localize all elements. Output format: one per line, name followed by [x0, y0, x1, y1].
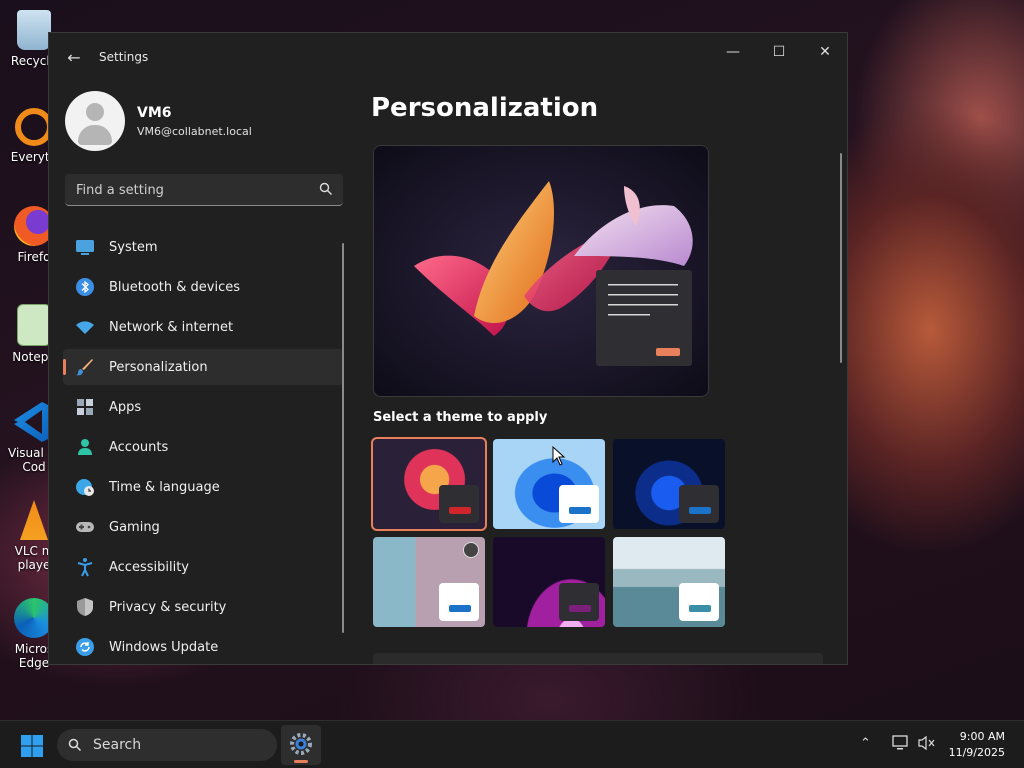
gear-icon: [290, 733, 312, 755]
settings-card-partial[interactable]: [373, 653, 823, 664]
theme-preview-image: [374, 146, 708, 396]
content-scrollbar[interactable]: [840, 153, 842, 363]
taskbar-search[interactable]: Search: [57, 729, 277, 761]
theme-mini-window: [439, 485, 479, 523]
gamepad-icon: [76, 522, 94, 532]
shield-icon: [77, 598, 93, 616]
sidebar-item-system[interactable]: System: [63, 229, 343, 265]
sidebar-item-gaming[interactable]: Gaming: [63, 509, 343, 545]
sidebar-item-label: Gaming: [109, 519, 160, 535]
sidebar-item-label: Network & internet: [109, 319, 234, 335]
sidebar-item-apps[interactable]: Apps: [63, 389, 343, 425]
sidebar-scrollbar[interactable]: [342, 243, 344, 633]
sidebar-nav: System Bluetooth & devices Network & int…: [63, 229, 343, 664]
theme-mini-window: [559, 485, 599, 523]
theme-mini-window: [559, 583, 599, 621]
main-content: Personalization Select a theme to apply: [371, 83, 842, 664]
theme-option-glow[interactable]: [493, 537, 605, 627]
maximize-button[interactable]: ☐: [756, 37, 802, 67]
find-setting-search[interactable]: [65, 174, 343, 206]
sidebar-item-label: Windows Update: [109, 639, 219, 655]
clock[interactable]: 9:00 AM 11/9/2025: [949, 729, 1005, 761]
show-hidden-icons-button[interactable]: ⌃: [860, 736, 871, 751]
notepad-icon: [17, 304, 51, 346]
clock-time: 9:00 AM: [959, 730, 1005, 743]
sidebar-item-label: Time & language: [109, 479, 220, 495]
sidebar-item-label: Accounts: [109, 439, 169, 455]
search-icon: [319, 182, 332, 195]
recycle-bin-icon: [17, 10, 51, 50]
mouse-cursor-icon: [552, 446, 566, 466]
settings-window: ← Settings — ☐ ✕ VM6 VM6@collabnet.local…: [48, 32, 848, 665]
minimize-button[interactable]: —: [710, 37, 756, 67]
sidebar-item-accessibility[interactable]: Accessibility: [63, 549, 343, 585]
user-email: VM6@collabnet.local: [137, 125, 252, 138]
network-monitor-icon: [892, 735, 908, 750]
sidebar-item-accounts[interactable]: Accounts: [63, 429, 343, 465]
chevron-up-icon: ⌃: [860, 736, 871, 751]
page-title: Personalization: [371, 93, 599, 123]
sidebar-item-label: System: [109, 239, 158, 255]
close-button[interactable]: ✕: [802, 37, 847, 67]
bluetooth-icon: [76, 278, 94, 296]
theme-option-windows-light[interactable]: [493, 439, 605, 529]
update-icon: [76, 638, 94, 656]
accessibility-icon: [77, 558, 93, 577]
back-button[interactable]: ←: [63, 47, 85, 69]
sidebar-item-bluetooth-devices[interactable]: Bluetooth & devices: [63, 269, 343, 305]
sidebar-item-network-internet[interactable]: Network & internet: [63, 309, 343, 345]
globe-clock-icon: [76, 479, 94, 496]
arrow-left-icon: ←: [67, 48, 81, 67]
search-icon: [68, 738, 82, 752]
start-button[interactable]: [20, 734, 44, 758]
theme-option-windows-glow[interactable]: [371, 437, 487, 531]
network-status-button[interactable]: [892, 735, 910, 755]
speaker-muted-icon: [918, 735, 935, 751]
theme-preview: [373, 145, 709, 397]
spotlight-icon: [463, 542, 479, 558]
apps-icon: [77, 399, 93, 415]
clock-date: 11/9/2025: [948, 746, 1005, 759]
user-name: VM6: [137, 105, 172, 121]
sidebar-item-time-language[interactable]: Time & language: [63, 469, 343, 505]
taskbar-search-label: Search: [93, 737, 142, 753]
volume-button[interactable]: [918, 735, 936, 755]
wifi-icon: [76, 321, 94, 334]
sidebar-item-label: Accessibility: [109, 559, 189, 575]
close-icon: ✕: [819, 44, 831, 60]
person-icon: [78, 439, 92, 455]
sidebar-item-label: Bluetooth & devices: [109, 279, 240, 295]
sidebar-item-label: Privacy & security: [109, 599, 227, 615]
taskbar-settings-app[interactable]: [281, 725, 321, 765]
sidebar-item-label: Personalization: [109, 359, 208, 375]
theme-mini-window: [439, 583, 479, 621]
theme-mini-window: [679, 583, 719, 621]
brush-icon: [76, 359, 93, 376]
minimize-icon: —: [726, 44, 740, 60]
taskbar: Search ⌃ 9:00 AM 11/9/2025: [0, 720, 1024, 768]
theme-option-captured-motion[interactable]: [613, 537, 725, 627]
theme-option-spotlight[interactable]: [373, 537, 485, 627]
title-bar: ← Settings — ☐ ✕: [49, 33, 847, 83]
window-title: Settings: [99, 50, 149, 64]
theme-heading: Select a theme to apply: [373, 410, 548, 425]
theme-option-windows-dark[interactable]: [613, 439, 725, 529]
maximize-icon: ☐: [772, 44, 786, 60]
sidebar-item-label: Apps: [109, 399, 142, 415]
sidebar-item-personalization[interactable]: Personalization: [63, 349, 343, 385]
avatar: [65, 91, 125, 151]
sidebar-item-privacy-security[interactable]: Privacy & security: [63, 589, 343, 625]
theme-mini-window: [679, 485, 719, 523]
find-setting-input[interactable]: [65, 174, 318, 206]
monitor-icon: [76, 240, 94, 255]
sidebar-item-windows-update[interactable]: Windows Update: [63, 629, 343, 664]
user-profile[interactable]: VM6 VM6@collabnet.local: [65, 91, 365, 151]
